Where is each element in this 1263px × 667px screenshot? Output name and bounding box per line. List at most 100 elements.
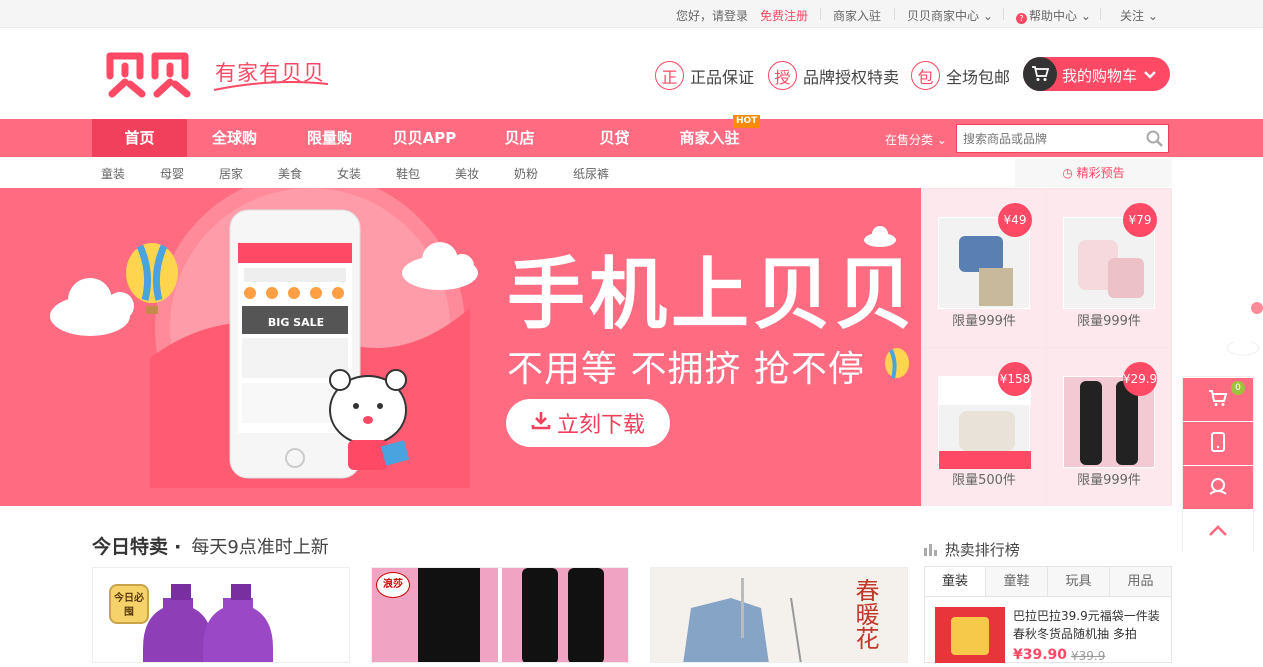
svg-text:BIG SALE: BIG SALE bbox=[268, 316, 324, 329]
deal-card[interactable]: 今日必囤 bbox=[92, 567, 350, 663]
brand-logo: 浪莎 bbox=[376, 572, 410, 598]
hot-badge: HOT bbox=[733, 115, 761, 128]
merchant-center-link[interactable]: 贝贝商家中心 ⌄ bbox=[907, 7, 993, 24]
grid-product[interactable]: ¥158 限量500件 bbox=[922, 348, 1046, 506]
divider bbox=[1003, 8, 1004, 20]
promise-label: 全场包邮 bbox=[946, 67, 1011, 87]
limit-label: 限量999件 bbox=[1077, 473, 1141, 488]
cart-count-badge: 0 bbox=[1231, 381, 1245, 395]
bar-chart-icon bbox=[924, 541, 940, 559]
my-cart-button[interactable]: 我的购物车 bbox=[1023, 57, 1170, 91]
banner-title: 手机上贝贝 bbox=[507, 250, 918, 340]
section-title: 今日特卖 bbox=[92, 536, 169, 558]
register-link[interactable]: 免费注册 bbox=[760, 7, 808, 24]
must-stock-badge: 今日必囤 bbox=[109, 584, 149, 624]
category-label: 在售分类 bbox=[885, 133, 934, 147]
help-center-link[interactable]: ? 帮助中心 ⌄ bbox=[1016, 7, 1091, 24]
top-bar: 您好，请登录 免费注册 商家入驻 贝贝商家中心 ⌄ ? 帮助中心 ⌄ 关注 ⌄ bbox=[0, 0, 1263, 28]
nav-home[interactable]: 首页 bbox=[92, 119, 187, 157]
nav-loan[interactable]: 贝贷 bbox=[567, 119, 662, 157]
preview-link[interactable]: ◷ 精彩预告 bbox=[1015, 159, 1172, 187]
product-image bbox=[935, 607, 1005, 663]
subnav-item[interactable]: 纸尿裤 bbox=[573, 165, 609, 182]
promise-brand-authorized: 授 品牌授权特卖 bbox=[768, 61, 899, 90]
today-sale-header: 今日特卖 · 每天9点准时上新 bbox=[92, 532, 329, 559]
promise-free-shipping: 包 全场包邮 bbox=[911, 61, 1010, 90]
grid-product[interactable]: ¥79 限量999件 bbox=[1047, 189, 1171, 347]
nav-global[interactable]: 全球购 bbox=[187, 119, 282, 157]
subnav-item[interactable]: 童装 bbox=[101, 165, 125, 182]
card-calligraphy: 春暖花 bbox=[851, 578, 879, 650]
ranking-product-title: 巴拉巴拉39.9元福袋一件装 春秋冬货品随机抽 多拍 bbox=[1013, 609, 1160, 641]
ranking-header: 热卖排行榜 bbox=[924, 539, 1020, 560]
shipping-icon: 包 bbox=[911, 61, 940, 90]
help-icon: ? bbox=[1016, 13, 1027, 24]
follow-label: 关注 bbox=[1120, 9, 1145, 23]
app-download-banner[interactable]: BIG SALE 手机上贝贝 不用等 不拥挤 抢不停 立刻下载 bbox=[0, 188, 921, 506]
deal-card[interactable]: 春暖花 bbox=[650, 567, 908, 663]
ranking-tabs: 童装 童鞋 玩具 用品 bbox=[924, 566, 1172, 597]
subnav-item[interactable]: 奶粉 bbox=[514, 165, 538, 182]
subnav-item[interactable]: 美妆 bbox=[455, 165, 479, 182]
tab-supplies[interactable]: 用品 bbox=[1110, 567, 1171, 596]
side-service-button[interactable] bbox=[1183, 466, 1253, 509]
banner-subtitle: 不用等 不拥挤 抢不停 bbox=[507, 349, 865, 390]
section-subtitle: 每天9点准时上新 bbox=[191, 537, 329, 558]
calligraphy-text: 春暖花 bbox=[851, 578, 879, 650]
subnav-item[interactable]: 母婴 bbox=[160, 165, 184, 182]
search-icon[interactable] bbox=[1146, 130, 1163, 151]
subnav-item[interactable]: 美食 bbox=[278, 165, 302, 182]
merchant-join-link[interactable]: 商家入驻 bbox=[833, 7, 881, 24]
divider bbox=[820, 8, 821, 20]
mobile-icon bbox=[1211, 431, 1225, 456]
divider bbox=[1100, 8, 1101, 20]
authentic-icon: 正 bbox=[655, 61, 684, 90]
cart-icon bbox=[1023, 57, 1057, 91]
subnav-item[interactable]: 居家 bbox=[219, 165, 243, 182]
price-badge: ¥49 bbox=[998, 203, 1032, 237]
limit-label: 限量999件 bbox=[952, 314, 1016, 329]
small-balloon-icon bbox=[885, 348, 909, 379]
chevron-down-icon: ⌄ bbox=[1080, 9, 1091, 23]
limit-label: 限量500件 bbox=[952, 473, 1016, 488]
promise-label: 品牌授权特卖 bbox=[803, 67, 900, 87]
tab-kids-clothing[interactable]: 童装 bbox=[925, 567, 986, 596]
chevron-down-icon bbox=[1144, 66, 1156, 84]
tab-kids-shoes[interactable]: 童鞋 bbox=[986, 567, 1048, 596]
chevron-down-icon: ⌄ bbox=[1147, 9, 1158, 23]
nav-beidian[interactable]: 贝店 bbox=[472, 119, 567, 157]
side-toolbar bbox=[1182, 376, 1254, 553]
grid-product[interactable]: ¥49 限量999件 bbox=[922, 189, 1046, 347]
subnav-item[interactable]: 鞋包 bbox=[396, 165, 420, 182]
ranking-price: ¥39.90 bbox=[1013, 647, 1068, 663]
title-dot: · bbox=[174, 536, 182, 558]
beibei-logo[interactable] bbox=[104, 52, 194, 98]
ranking-item[interactable]: 巴拉巴拉39.9元福袋一件装 春秋冬货品随机抽 多拍 ¥39.90 ¥39.9 bbox=[924, 597, 1172, 663]
follow-link[interactable]: 关注 ⌄ bbox=[1120, 7, 1158, 24]
grid-product[interactable]: ¥29.9 限量999件 bbox=[1047, 348, 1171, 506]
price-badge: ¥29.9 bbox=[1123, 362, 1157, 396]
product-image bbox=[372, 568, 628, 662]
nav-limited[interactable]: 限量购 bbox=[282, 119, 377, 157]
search-input[interactable] bbox=[957, 125, 1137, 152]
side-mobile-button[interactable] bbox=[1183, 422, 1253, 465]
category-dropdown[interactable]: 在售分类 ⌄ bbox=[885, 131, 947, 148]
back-to-top-button[interactable] bbox=[1183, 510, 1253, 553]
greeting-login-link[interactable]: 您好，请登录 bbox=[676, 7, 748, 24]
chevron-up-icon bbox=[1208, 522, 1228, 541]
nav-app[interactable]: 贝贝APP bbox=[377, 119, 472, 157]
slogan-swoosh-icon bbox=[213, 81, 329, 91]
cart-icon bbox=[1208, 389, 1228, 411]
tab-toys[interactable]: 玩具 bbox=[1048, 567, 1110, 596]
deal-card[interactable]: 浪莎 bbox=[371, 567, 629, 663]
merchant-center-label: 贝贝商家中心 bbox=[907, 9, 980, 23]
chevron-down-icon: ⌄ bbox=[982, 9, 993, 23]
download-icon bbox=[531, 410, 551, 436]
authorized-icon: 授 bbox=[768, 61, 797, 90]
download-button[interactable]: 立刻下载 bbox=[506, 399, 670, 447]
promise-authentic: 正 正品保证 bbox=[655, 61, 754, 90]
brand-text: 浪莎 bbox=[383, 579, 403, 590]
limit-label: 限量999件 bbox=[1077, 314, 1141, 329]
cart-label: 我的购物车 bbox=[1062, 67, 1138, 85]
subnav-item[interactable]: 女装 bbox=[337, 165, 361, 182]
